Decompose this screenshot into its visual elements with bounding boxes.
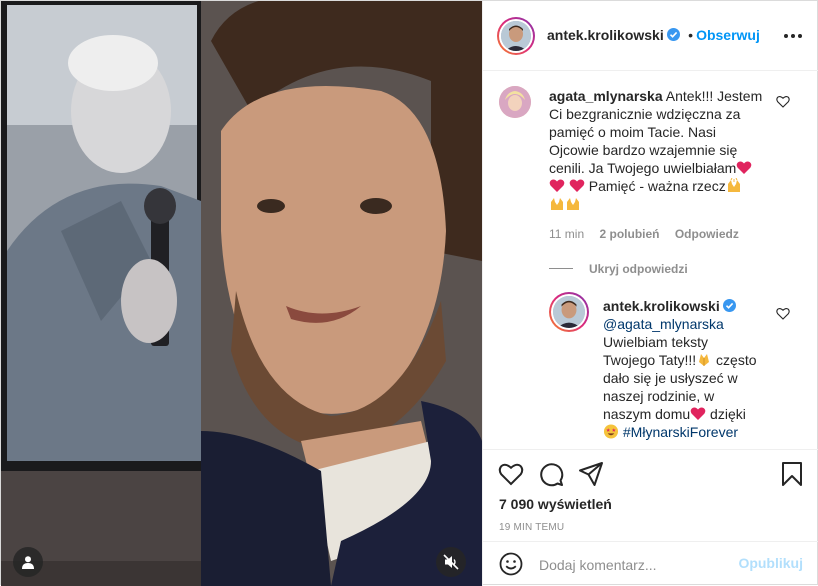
comment-text-line: Antek!!! Jestem bbox=[665, 88, 763, 104]
post-sidebar: antek.krolikowski • Obserwuj agata_mlyna… bbox=[482, 1, 818, 586]
author-avatar[interactable] bbox=[497, 17, 535, 55]
raising-hands-emoji bbox=[727, 178, 740, 192]
star-struck-emoji bbox=[603, 424, 619, 439]
comment-text-line: naszym domu bbox=[603, 406, 691, 422]
raising-hands-emoji bbox=[551, 198, 563, 210]
reply-username[interactable]: antek.krolikowski bbox=[603, 298, 720, 314]
bookmark-icon[interactable] bbox=[779, 461, 805, 487]
comment-text-line: naszej rodzinie, w bbox=[603, 388, 715, 404]
verified-badge-icon bbox=[722, 299, 736, 312]
post-actions: 7 090 wyświetleń 19 MIN TEMU bbox=[483, 449, 818, 541]
comment-text-line: cenili. Ja Twojego uwielbiałam bbox=[549, 160, 737, 176]
comment-text-line: Uwielbiam teksty bbox=[603, 334, 709, 350]
emoji-icon[interactable] bbox=[499, 552, 523, 576]
reply-button[interactable]: Odpowiedz bbox=[675, 227, 739, 241]
post-timestamp: 19 MIN TEMU bbox=[499, 522, 565, 533]
red-heart-emoji bbox=[690, 407, 706, 420]
red-heart-emoji bbox=[736, 161, 752, 174]
mute-toggle-button[interactable] bbox=[436, 547, 466, 577]
comment-input[interactable] bbox=[539, 555, 729, 575]
comment-text-line: Ojcowie bardzo wzajemnie się bbox=[549, 142, 738, 158]
author-username[interactable]: antek.krolikowski bbox=[547, 27, 664, 43]
follow-button[interactable]: Obserwuj bbox=[696, 27, 760, 43]
hide-replies-label: Ukryj odpowiedzi bbox=[589, 262, 688, 276]
red-heart-emoji bbox=[549, 179, 565, 192]
reply-author-avatar[interactable] bbox=[549, 292, 589, 332]
comment-icon[interactable] bbox=[538, 461, 564, 487]
replies-divider bbox=[549, 268, 573, 270]
commenter-avatar[interactable] bbox=[499, 86, 531, 118]
comment-text-line: pamięć o moim Tacie. Nasi bbox=[549, 124, 717, 140]
comment-username[interactable]: agata_mlynarska bbox=[549, 88, 663, 104]
hide-replies-toggle[interactable]: Ukryj odpowiedzi bbox=[549, 260, 688, 278]
comment-text-line: Ci bezgranicznie wdzięczna za bbox=[549, 106, 741, 122]
publish-button[interactable]: Opublikuj bbox=[738, 555, 803, 571]
share-icon[interactable] bbox=[578, 461, 604, 487]
tagged-people-button[interactable] bbox=[13, 547, 43, 577]
comment-text-line: Twojego Taty!!! bbox=[603, 352, 697, 368]
comments-list: agata_mlynarska Antek!!! Jestem Ci bezgr… bbox=[483, 72, 818, 449]
speaker-muted-icon bbox=[443, 554, 459, 570]
comment-composer: Opublikuj bbox=[483, 541, 818, 586]
heart-icon[interactable] bbox=[776, 307, 790, 320]
verified-badge-icon bbox=[666, 28, 680, 41]
folded-hands-emoji bbox=[699, 354, 710, 366]
red-heart-emoji bbox=[569, 179, 585, 192]
comment-text-line: dzięki bbox=[706, 406, 746, 422]
user-tag-icon bbox=[22, 556, 34, 569]
more-options-icon[interactable] bbox=[783, 29, 803, 43]
mention-link[interactable]: @agata_mlynarska bbox=[603, 315, 783, 333]
view-count[interactable]: 7 090 wyświetleń bbox=[499, 496, 612, 512]
video-frame bbox=[1, 1, 482, 586]
hashtag-link[interactable]: #MłynarskiForever bbox=[623, 424, 738, 440]
post-header: antek.krolikowski • Obserwuj bbox=[483, 1, 818, 71]
comment-text-line: często bbox=[712, 352, 757, 368]
raising-hands-emoji bbox=[567, 198, 579, 210]
post-video[interactable] bbox=[1, 1, 482, 586]
heart-icon[interactable] bbox=[498, 461, 524, 487]
comment-likes-link[interactable]: 2 polubień bbox=[599, 227, 659, 241]
instagram-post-modal: antek.krolikowski • Obserwuj agata_mlyna… bbox=[0, 0, 818, 586]
header-separator: • bbox=[688, 27, 694, 43]
comment-timestamp: 11 min bbox=[549, 227, 585, 241]
heart-icon[interactable] bbox=[776, 95, 790, 108]
comment-text-line: Pamięć - ważna rzecz bbox=[584, 178, 726, 194]
comment-text-line: dało się je usłyszeć w bbox=[603, 370, 738, 386]
